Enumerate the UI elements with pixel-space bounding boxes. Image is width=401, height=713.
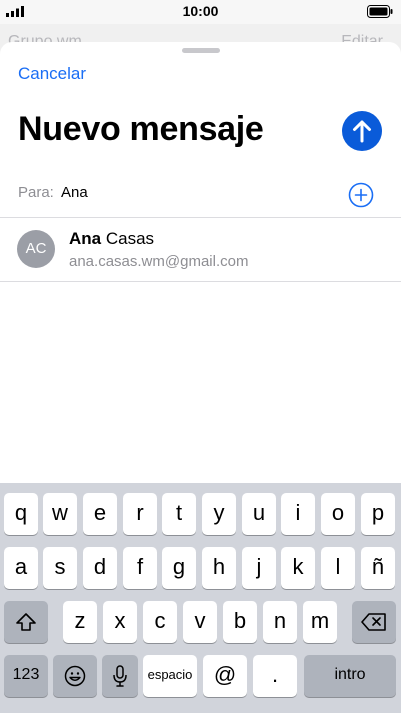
send-button[interactable] [342,111,382,151]
emoji-icon [64,665,86,687]
dictation-key[interactable] [102,655,138,697]
key-u[interactable]: u [242,493,276,535]
add-contact-icon[interactable] [348,182,374,208]
key-s[interactable]: s [43,547,77,589]
key-m[interactable]: m [303,601,337,643]
key-w[interactable]: w [43,493,77,535]
return-key[interactable]: intro [304,655,396,697]
sheet-grabber[interactable] [182,48,220,53]
key-l[interactable]: l [321,547,355,589]
suggestion-email: ana.casas.wm@gmail.com [69,253,249,270]
key-n[interactable]: n [263,601,297,643]
suggestion-name: Ana Casas [69,229,154,249]
key-q[interactable]: q [4,493,38,535]
key-v[interactable]: v [183,601,217,643]
suggestion-name-match: Ana [69,229,102,248]
key-x[interactable]: x [103,601,137,643]
send-arrow-icon [353,120,371,143]
key-b[interactable]: b [223,601,257,643]
key-f[interactable]: f [123,547,157,589]
key-c[interactable]: c [143,601,177,643]
compose-sheet: Cancelar Nuevo mensaje Para: Ana AC Ana … [0,42,401,483]
numbers-key[interactable]: 123 [4,655,48,697]
to-label: Para: [18,184,54,201]
emoji-key[interactable] [53,655,97,697]
keyboard: q w e r t y u i o p a s d f g h j k l ñ … [0,483,401,713]
key-enye[interactable]: ñ [361,547,395,589]
key-e[interactable]: e [83,493,117,535]
key-z[interactable]: z [63,601,97,643]
key-i[interactable]: i [281,493,315,535]
dot-key[interactable]: . [253,655,297,697]
microphone-icon [113,665,127,687]
delete-key[interactable] [352,601,396,643]
battery-icon [367,5,393,18]
at-key[interactable]: @ [203,655,247,697]
key-k[interactable]: k [281,547,315,589]
recipient-field[interactable]: Para: Ana [0,172,401,218]
suggestion-name-rest: Casas [101,229,155,248]
space-key[interactable]: espacio [143,655,197,697]
key-t[interactable]: t [162,493,196,535]
to-input[interactable]: Ana [61,184,88,201]
key-g[interactable]: g [162,547,196,589]
cancel-button[interactable]: Cancelar [18,64,86,84]
contact-suggestion[interactable]: AC Ana Casas ana.casas.wm@gmail.com [0,219,401,282]
key-j[interactable]: j [242,547,276,589]
key-r[interactable]: r [123,493,157,535]
key-h[interactable]: h [202,547,236,589]
status-time: 10:00 [182,3,219,19]
key-y[interactable]: y [202,493,236,535]
status-bar: 10:00 [0,0,401,24]
avatar: AC [17,230,55,268]
key-p[interactable]: p [361,493,395,535]
page-title: Nuevo mensaje [18,110,264,148]
shift-icon [16,613,36,631]
key-a[interactable]: a [4,547,38,589]
shift-key[interactable] [4,601,48,643]
key-d[interactable]: d [83,547,117,589]
key-o[interactable]: o [321,493,355,535]
delete-icon [361,613,386,631]
